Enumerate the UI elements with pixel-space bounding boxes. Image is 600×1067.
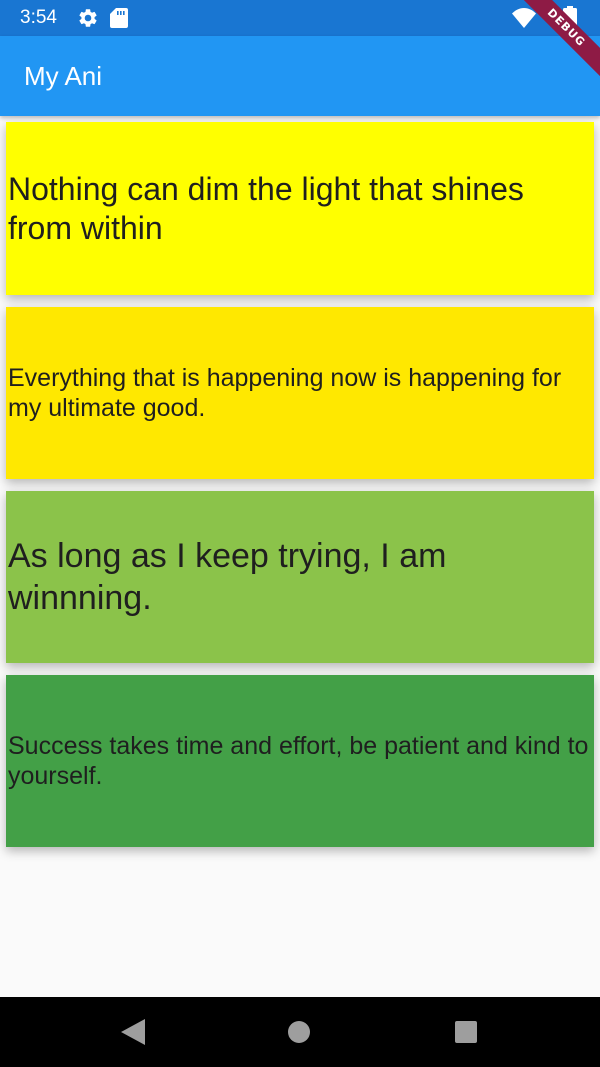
status-time: 3:54	[20, 7, 57, 28]
quote-card-list: Nothing can dim the light that shines fr…	[6, 122, 594, 859]
system-navigation-bar	[0, 997, 600, 1067]
app-bar: My Ani	[0, 36, 600, 116]
quote-text: As long as I keep trying, I am winnning.	[8, 537, 447, 617]
quote-text: Success takes time and effort, be patien…	[8, 732, 589, 790]
quote-text: Nothing can dim the light that shines fr…	[8, 170, 524, 246]
battery-icon	[563, 6, 577, 30]
status-bar: 3:54	[0, 0, 600, 36]
recents-icon[interactable]	[455, 1021, 477, 1043]
quote-card[interactable]: Success takes time and effort, be patien…	[6, 675, 594, 847]
quote-card[interactable]: Nothing can dim the light that shines fr…	[6, 122, 594, 295]
back-icon[interactable]	[121, 1019, 145, 1045]
app-title: My Ani	[24, 61, 103, 91]
gear-icon	[79, 9, 97, 27]
sd-card-icon	[110, 8, 128, 28]
wifi-icon	[512, 8, 536, 28]
quote-card[interactable]: As long as I keep trying, I am winnning.	[6, 491, 594, 663]
quote-card[interactable]: Everything that is happening now is happ…	[6, 307, 594, 479]
home-icon[interactable]	[288, 1021, 310, 1043]
quote-text: Everything that is happening now is happ…	[8, 364, 562, 422]
